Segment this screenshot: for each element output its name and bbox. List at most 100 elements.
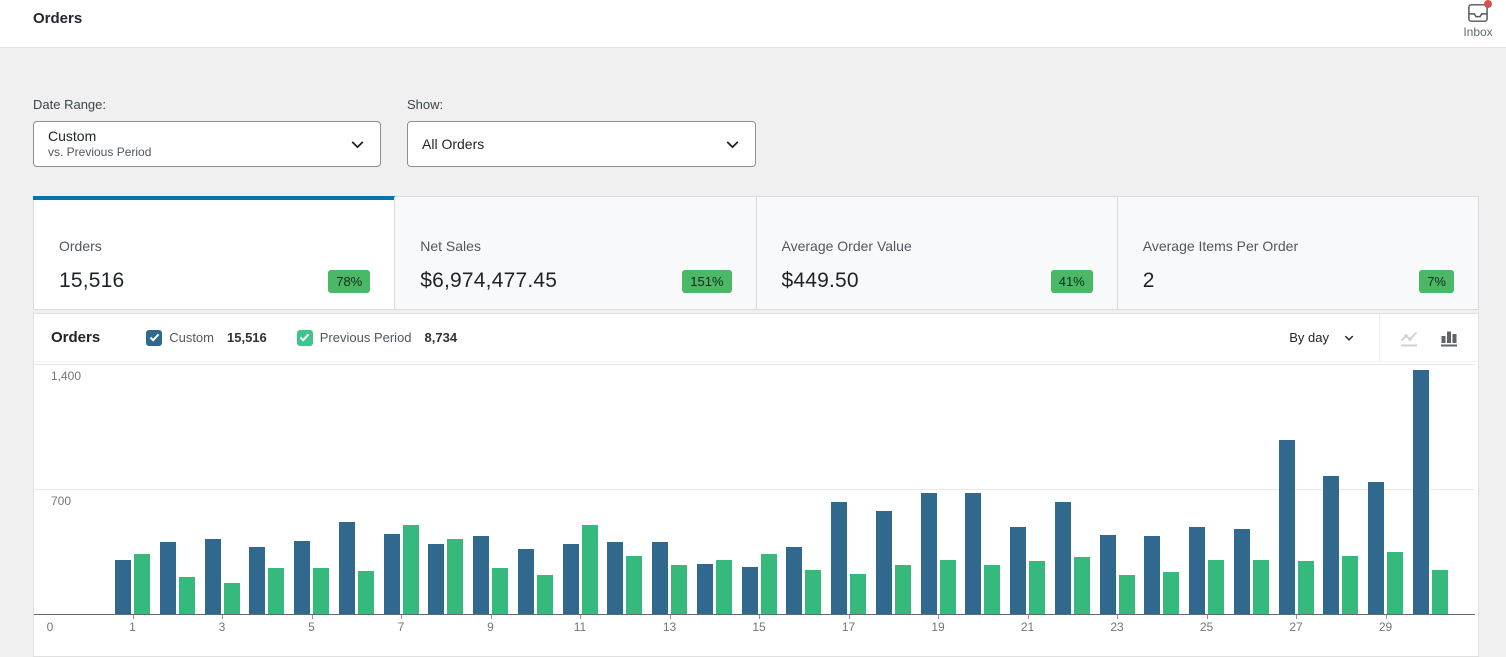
chart-bar-custom[interactable] bbox=[1010, 527, 1026, 615]
chart-bar-custom[interactable] bbox=[921, 493, 937, 614]
x-axis-tick bbox=[222, 615, 223, 619]
chart-bar-previous-period[interactable] bbox=[1119, 575, 1135, 614]
bar-chart-toggle[interactable] bbox=[1429, 314, 1469, 362]
chart-bar-previous-period[interactable] bbox=[537, 575, 553, 614]
legend-item-custom[interactable]: Custom 15,516 bbox=[146, 330, 267, 346]
chart-bar-previous-period[interactable] bbox=[492, 568, 508, 614]
chart-panel: Orders Custom 15,516 Previous Period 8,7… bbox=[33, 313, 1479, 657]
x-axis-tick bbox=[759, 615, 760, 619]
x-axis-tick bbox=[312, 615, 313, 619]
chart-bar-custom[interactable] bbox=[786, 547, 802, 614]
chart-bar-previous-period[interactable] bbox=[313, 568, 329, 614]
chart-bar-previous-period[interactable] bbox=[805, 570, 821, 614]
chart-bar-custom[interactable] bbox=[1144, 536, 1160, 614]
chart-bar-custom[interactable] bbox=[339, 522, 355, 614]
interval-select[interactable]: By day bbox=[1289, 314, 1379, 361]
card-value: 15,516 bbox=[59, 269, 124, 293]
chart-bar-custom[interactable] bbox=[1100, 535, 1116, 614]
chart-bar-custom[interactable] bbox=[965, 493, 981, 614]
chart-bar-previous-period[interactable] bbox=[984, 565, 1000, 614]
legend-total: 15,516 bbox=[227, 330, 267, 345]
chart-bar-custom[interactable] bbox=[518, 549, 534, 614]
chevron-down-icon bbox=[724, 136, 741, 153]
chart-bar-previous-period[interactable] bbox=[940, 560, 956, 614]
x-axis-label: 29 bbox=[1371, 620, 1401, 634]
checkbox-custom bbox=[146, 330, 162, 346]
show-select[interactable]: All Orders bbox=[407, 121, 756, 167]
line-chart-icon bbox=[1399, 328, 1419, 348]
legend-item-previous-period[interactable]: Previous Period 8,734 bbox=[297, 330, 457, 346]
chart-bar-previous-period[interactable] bbox=[716, 560, 732, 614]
card-label: Net Sales bbox=[420, 238, 731, 254]
summary-card-net-sales[interactable]: Net Sales $6,974,477.45 151% bbox=[394, 197, 755, 309]
gridline bbox=[34, 364, 1475, 365]
legend-label: Custom bbox=[169, 330, 214, 345]
chart-bar-custom[interactable] bbox=[1279, 440, 1295, 614]
chart-bar-previous-period[interactable] bbox=[850, 574, 866, 614]
chart-bar-custom[interactable] bbox=[384, 534, 400, 614]
chart-bar-custom[interactable] bbox=[1368, 482, 1384, 614]
x-axis-label: 13 bbox=[655, 620, 685, 634]
delta-badge: 151% bbox=[682, 270, 731, 293]
chart-bar-custom[interactable] bbox=[1413, 370, 1429, 614]
x-axis-label: 1 bbox=[118, 620, 148, 634]
summary-card-orders[interactable]: Orders 15,516 78% bbox=[34, 197, 394, 309]
chart-bar-previous-period[interactable] bbox=[134, 554, 150, 614]
chart-bar-custom[interactable] bbox=[428, 544, 444, 614]
y-axis-label: 1,400 bbox=[51, 369, 81, 383]
summary-card-average-items-per-order[interactable]: Average Items Per Order 2 7% bbox=[1117, 197, 1478, 309]
chart-bar-previous-period[interactable] bbox=[1208, 560, 1224, 614]
chart-bar-custom[interactable] bbox=[607, 542, 623, 614]
inbox-button[interactable]: Inbox bbox=[1454, 0, 1502, 48]
chevron-down-icon bbox=[1343, 332, 1355, 344]
chart-bar-previous-period[interactable] bbox=[1432, 570, 1448, 614]
chart-bar-previous-period[interactable] bbox=[626, 556, 642, 614]
chart-bar-custom[interactable] bbox=[1189, 527, 1205, 614]
chart-bar-custom[interactable] bbox=[697, 564, 713, 614]
bar-chart-icon bbox=[1439, 328, 1459, 348]
chart-bar-custom[interactable] bbox=[473, 536, 489, 614]
chart-bar-previous-period[interactable] bbox=[1253, 560, 1269, 614]
chart-bar-previous-period[interactable] bbox=[1029, 561, 1045, 614]
chart-bar-custom[interactable] bbox=[1055, 502, 1071, 615]
chart-bar-custom[interactable] bbox=[205, 539, 221, 614]
chart-bar-previous-period[interactable] bbox=[224, 583, 240, 614]
chevron-down-icon bbox=[349, 136, 366, 153]
chart-bar-previous-period[interactable] bbox=[268, 568, 284, 614]
chart-bar-custom[interactable] bbox=[249, 547, 265, 614]
chart-bar-previous-period[interactable] bbox=[895, 565, 911, 614]
chart-bar-custom[interactable] bbox=[294, 541, 310, 614]
summary-card-average-order-value[interactable]: Average Order Value $449.50 41% bbox=[756, 197, 1117, 309]
chart-bar-previous-period[interactable] bbox=[447, 539, 463, 614]
chart-bar-custom[interactable] bbox=[831, 502, 847, 615]
x-axis-tick bbox=[670, 615, 671, 619]
delta-badge: 78% bbox=[328, 270, 370, 293]
chart-bar-previous-period[interactable] bbox=[1387, 552, 1403, 614]
x-axis-label: 25 bbox=[1192, 620, 1222, 634]
gridline bbox=[34, 489, 1475, 490]
chart-bar-previous-period[interactable] bbox=[1163, 572, 1179, 614]
chart-bar-custom[interactable] bbox=[160, 542, 176, 614]
show-label: Show: bbox=[407, 97, 756, 112]
line-chart-toggle[interactable] bbox=[1389, 314, 1429, 362]
legend-total: 8,734 bbox=[425, 330, 458, 345]
chart-bar-previous-period[interactable] bbox=[582, 525, 598, 614]
chart-bar-custom[interactable] bbox=[115, 560, 131, 614]
inbox-icon bbox=[1467, 3, 1489, 23]
chart-bar-custom[interactable] bbox=[652, 542, 668, 614]
inbox-label: Inbox bbox=[1463, 25, 1492, 39]
chart-bar-previous-period[interactable] bbox=[1342, 556, 1358, 614]
chart-bar-custom[interactable] bbox=[742, 567, 758, 614]
chart-bar-custom[interactable] bbox=[1323, 476, 1339, 614]
chart-bar-previous-period[interactable] bbox=[1298, 561, 1314, 614]
chart-bar-custom[interactable] bbox=[563, 544, 579, 614]
chart-bar-previous-period[interactable] bbox=[761, 554, 777, 614]
chart-bar-previous-period[interactable] bbox=[403, 525, 419, 614]
chart-bar-custom[interactable] bbox=[1234, 529, 1250, 614]
chart-bar-previous-period[interactable] bbox=[179, 577, 195, 614]
chart-bar-previous-period[interactable] bbox=[671, 565, 687, 614]
date-range-select[interactable]: Custom vs. Previous Period bbox=[33, 121, 381, 167]
chart-bar-previous-period[interactable] bbox=[358, 571, 374, 614]
chart-bar-previous-period[interactable] bbox=[1074, 557, 1090, 614]
chart-bar-custom[interactable] bbox=[876, 511, 892, 614]
